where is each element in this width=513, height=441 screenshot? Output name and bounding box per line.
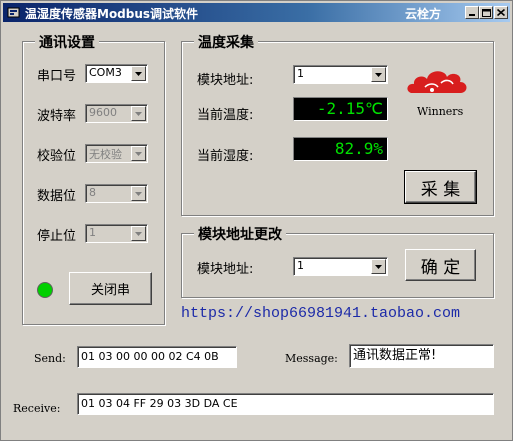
- acq-address-dropdown-button[interactable]: [371, 67, 386, 82]
- title-bar[interactable]: 温湿度传感器Modbus调试软件 云栓方: [3, 3, 510, 22]
- close-window-button[interactable]: [494, 6, 508, 19]
- connection-status-indicator: [37, 282, 53, 298]
- acq-address-select[interactable]: 1: [293, 65, 388, 84]
- humidity-label: 当前湿度:: [197, 149, 254, 164]
- port-select[interactable]: COM3: [85, 64, 148, 83]
- baud-value: 9600: [89, 106, 117, 119]
- acquisition-legend: 温度采集: [194, 32, 258, 52]
- confirm-label: 确 定: [420, 257, 461, 278]
- parity-label: 校验位: [37, 149, 77, 164]
- databits-value: 8: [89, 186, 96, 199]
- receive-label: Receive:: [13, 402, 61, 415]
- port-dropdown-button[interactable]: [131, 66, 146, 81]
- baud-label: 波特率: [37, 109, 77, 124]
- stopbits-label: 停止位: [37, 229, 77, 244]
- chevron-down-icon: [375, 265, 382, 269]
- databits-select[interactable]: 8: [85, 184, 148, 203]
- send-field[interactable]: 01 03 00 00 00 02 C4 0B: [77, 346, 237, 368]
- collect-label: 采 集: [420, 179, 461, 200]
- close-port-label: 关闭串: [90, 283, 130, 298]
- address-change-legend: 模块地址更改: [194, 224, 286, 244]
- chevron-down-icon: [375, 73, 382, 77]
- app-window: 温湿度传感器Modbus调试软件 云栓方 通讯设置 串口号 COM3 波特率 9…: [0, 0, 513, 441]
- baud-select[interactable]: 9600: [85, 104, 148, 123]
- chevron-down-icon: [135, 72, 142, 76]
- window-brand: 云栓方: [405, 7, 442, 21]
- stopbits-select[interactable]: 1: [85, 224, 148, 243]
- new-address-value: 1: [297, 259, 304, 272]
- parity-select[interactable]: 无校验: [85, 144, 148, 163]
- collect-button[interactable]: 采 集: [404, 170, 477, 204]
- parity-dropdown-button[interactable]: [131, 146, 146, 161]
- close-icon: [497, 9, 505, 16]
- window-title: 温湿度传感器Modbus调试软件: [25, 7, 199, 21]
- port-label: 串口号: [37, 69, 77, 84]
- minimize-icon: [469, 14, 475, 16]
- chevron-down-icon: [135, 152, 142, 156]
- logo-text: Winners: [417, 105, 464, 118]
- close-port-button[interactable]: 关闭串: [69, 272, 152, 305]
- new-address-select[interactable]: 1: [293, 257, 388, 276]
- acq-address-value: 1: [297, 67, 304, 80]
- winners-cloud-logo-icon: [407, 71, 467, 93]
- minimize-button[interactable]: [465, 6, 479, 19]
- chevron-down-icon: [135, 192, 142, 196]
- new-address-label: 模块地址:: [197, 262, 254, 277]
- confirm-button[interactable]: 确 定: [405, 249, 476, 281]
- acq-address-label: 模块地址:: [197, 73, 254, 88]
- message-label: Message:: [285, 352, 338, 365]
- baud-dropdown-button[interactable]: [131, 106, 146, 121]
- humidity-display: 82.9%: [293, 137, 388, 161]
- maximize-button[interactable]: [479, 6, 493, 19]
- chevron-down-icon: [135, 112, 142, 116]
- new-address-dropdown-button[interactable]: [371, 259, 386, 274]
- port-value: COM3: [89, 66, 122, 79]
- maximize-icon: [482, 9, 491, 17]
- stopbits-value: 1: [89, 226, 96, 239]
- comm-settings-legend: 通讯设置: [35, 32, 99, 52]
- parity-value: 无校验: [89, 148, 122, 161]
- stopbits-dropdown-button[interactable]: [131, 226, 146, 241]
- databits-label: 数据位: [37, 189, 77, 204]
- temperature-display: -2.15℃: [293, 97, 388, 121]
- send-label: Send:: [34, 352, 66, 365]
- databits-dropdown-button[interactable]: [131, 186, 146, 201]
- chevron-down-icon: [135, 232, 142, 236]
- shop-link[interactable]: https://shop66981941.taobao.com: [181, 305, 460, 322]
- message-field[interactable]: 通讯数据正常!: [349, 344, 494, 368]
- temperature-label: 当前温度:: [197, 108, 254, 123]
- receive-field[interactable]: 01 03 04 FF 29 03 3D DA CE: [77, 393, 494, 415]
- app-icon: [7, 7, 20, 18]
